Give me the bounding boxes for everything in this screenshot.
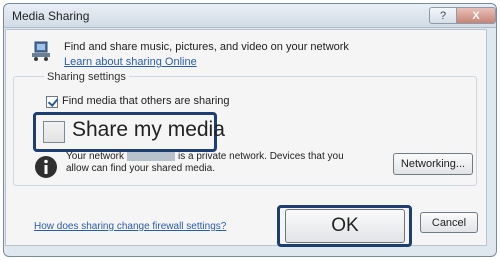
find-media-label[interactable]: Find media that others are sharing [62, 95, 230, 107]
networking-button[interactable]: Networking... [393, 153, 473, 175]
share-my-media-label[interactable]: Share my media [72, 118, 225, 142]
ok-button[interactable]: OK [285, 209, 405, 243]
info-icon [35, 156, 57, 178]
find-media-checkbox[interactable] [46, 96, 58, 108]
learn-about-sharing-link[interactable]: Learn about sharing Online [64, 56, 197, 68]
help-button[interactable]: ? [429, 7, 457, 24]
network-name-redacted [127, 151, 175, 161]
close-button[interactable]: X [456, 7, 496, 24]
header-row: Find and share music, pictures, and vide… [30, 40, 430, 70]
sharing-settings-label: Sharing settings [44, 71, 129, 83]
header-description: Find and share music, pictures, and vide… [64, 41, 349, 53]
cancel-button[interactable]: Cancel [420, 212, 478, 233]
media-sharing-icon [32, 41, 50, 61]
network-text-start: Your network [66, 151, 124, 162]
window-title: Media Sharing [12, 9, 90, 23]
close-icon: X [472, 9, 480, 22]
help-icon: ? [439, 9, 447, 22]
title-bar: Media Sharing ? X [4, 4, 496, 28]
network-info-text: Your network is a private network. Device… [66, 151, 366, 175]
firewall-settings-link[interactable]: How does sharing change firewall setting… [34, 221, 226, 232]
share-my-media-checkbox[interactable] [43, 121, 65, 143]
